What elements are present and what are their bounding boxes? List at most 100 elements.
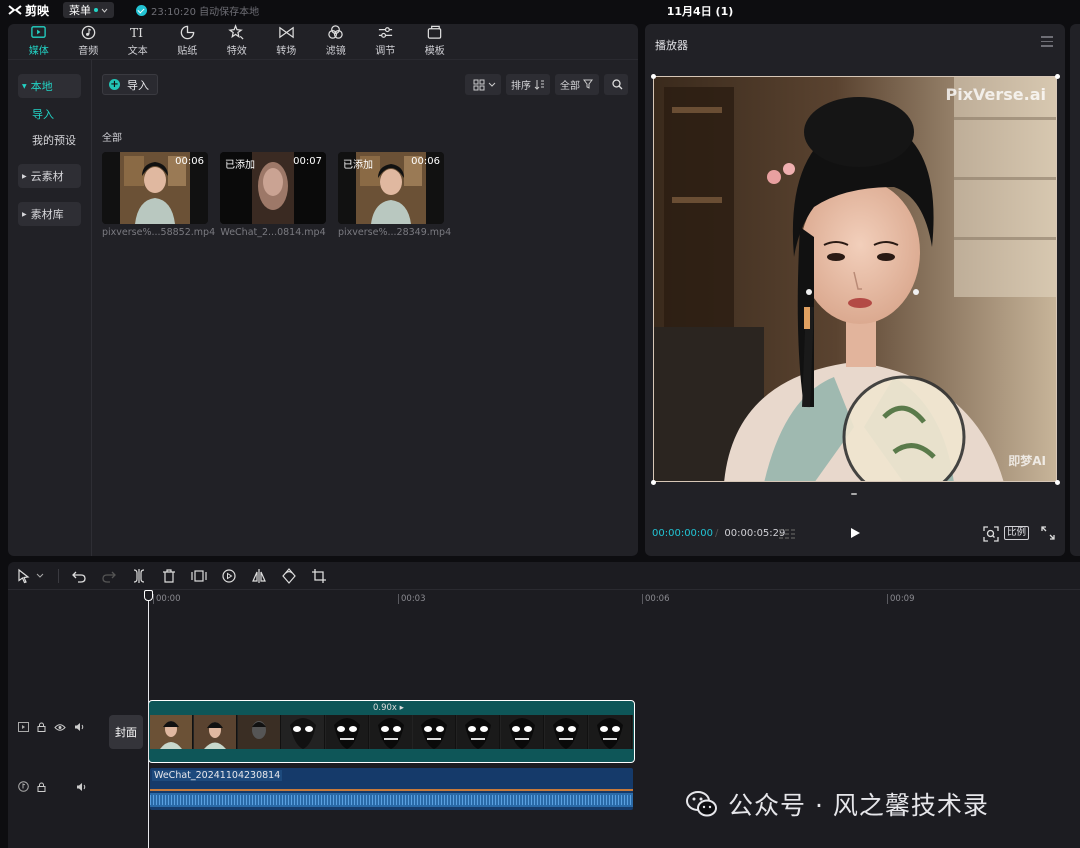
sidebar-item-my-presets[interactable]: 我的预设: [32, 132, 81, 150]
mirror-icon: [252, 568, 266, 583]
sidebar-item-library[interactable]: ▶ 素材库: [18, 202, 81, 226]
play-button[interactable]: [849, 527, 861, 542]
grid-icon: [473, 79, 485, 90]
redo-button[interactable]: [101, 568, 117, 584]
chevron-down-icon: [488, 82, 496, 87]
duration-label: 00:07: [293, 156, 322, 167]
media-thumbnail[interactable]: 00:06: [102, 152, 208, 224]
sort-icon: [534, 80, 544, 90]
audio-clip-name: WeChat_20241104230814: [152, 770, 283, 781]
filmstrip-frame: [369, 715, 414, 749]
speaker-icon[interactable]: [74, 722, 85, 732]
chevron-down-icon: [36, 573, 44, 578]
view-mode-button[interactable]: [465, 74, 501, 95]
zoom-fit-icon: [983, 526, 999, 542]
media-item[interactable]: 已添加 00:07 WeChat_2...0814.mp4: [220, 152, 326, 238]
fullscreen-button[interactable]: [1041, 526, 1055, 543]
properties-panel-edge: [1070, 24, 1080, 556]
filter-button[interactable]: 全部: [555, 74, 599, 95]
ruler-label: 00:06: [642, 594, 670, 604]
tab-label: 文本: [127, 46, 148, 57]
tab-text[interactable]: TI 文本: [113, 24, 163, 59]
search-button[interactable]: [604, 74, 628, 95]
list-view-icon[interactable]: [778, 528, 798, 543]
sidebar-item-label: 素材库: [30, 208, 64, 221]
duration-label: 00:06: [175, 156, 204, 167]
duration-label: 00:06: [411, 156, 440, 167]
sidebar-item-import[interactable]: 导入: [32, 106, 81, 124]
freeze-frame-icon: [191, 569, 207, 582]
crop-handle[interactable]: [651, 74, 656, 79]
trash-icon: [163, 568, 175, 583]
delete-button[interactable]: [161, 568, 177, 584]
crop-handle[interactable]: [1055, 74, 1060, 79]
tab-filter[interactable]: 滤镜: [311, 24, 361, 59]
media-icon: [31, 26, 47, 38]
aspect-ratio-button[interactable]: 比例: [1003, 526, 1029, 540]
audio-clip[interactable]: WeChat_20241104230814: [150, 768, 633, 810]
tab-media[interactable]: 媒体: [14, 24, 64, 59]
app-logo: 剪映: [8, 2, 49, 19]
tab-label: 音频: [78, 46, 99, 57]
media-item[interactable]: 00:06 pixverse%...58852.mp4: [102, 152, 215, 238]
tab-label: 模板: [424, 46, 445, 57]
player-title: 播放器: [655, 39, 688, 52]
sidebar-item-cloud[interactable]: ▶ 云素材: [18, 164, 81, 188]
sidebar-item-label: 本地: [30, 80, 53, 93]
video-clip[interactable]: 0.90x ▸: [148, 700, 635, 763]
effects-icon: [228, 24, 244, 40]
crop-icon: [312, 568, 326, 583]
clip-speed-label: 0.90x ▸: [373, 703, 404, 713]
menu-label: 菜单: [69, 4, 92, 17]
tab-transition[interactable]: 转场: [262, 24, 312, 59]
eye-icon[interactable]: [54, 723, 66, 732]
asset-toolbar: 媒体 音频 TI 文本 贴纸 特效 转场 滤镜 调节 模板: [8, 24, 638, 60]
filmstrip-frame: [589, 715, 633, 749]
media-thumbnail[interactable]: 已添加 00:06: [338, 152, 444, 224]
video-preview[interactable]: PixVerse.ai 即梦AI: [653, 76, 1057, 482]
crop-handle[interactable]: [651, 480, 656, 485]
audio-icon: [81, 25, 96, 40]
sort-button[interactable]: 排序: [506, 74, 550, 95]
crop-handle[interactable]: [1055, 480, 1060, 485]
tab-audio[interactable]: 音频: [64, 24, 114, 59]
undo-button[interactable]: [71, 568, 87, 584]
select-tool-button[interactable]: [16, 568, 44, 584]
menu-button[interactable]: 菜单: [63, 2, 115, 18]
media-item[interactable]: 已添加 00:06 pixverse%...28349.mp4: [338, 152, 451, 238]
video-track-controls: [18, 722, 93, 732]
toolbar-divider: [58, 568, 59, 583]
filter-label: 全部: [560, 81, 580, 92]
timeline-ruler[interactable]: 00:00 00:03 00:06 00:09: [104, 592, 1080, 606]
scrub-indicator[interactable]: [851, 493, 857, 495]
capcut-logo-icon: [8, 5, 22, 15]
track-type-audio-icon: [18, 781, 29, 792]
tab-adjust[interactable]: 调节: [361, 24, 411, 59]
tab-sticker[interactable]: 贴纸: [163, 24, 213, 59]
tab-template[interactable]: 模板: [410, 24, 460, 59]
sidebar-item-local[interactable]: ▼ 本地: [18, 74, 81, 98]
zoom-fit-button[interactable]: [983, 526, 999, 545]
reverse-button[interactable]: [221, 568, 237, 584]
player-panel: 播放器 PixVerse.ai 即梦AI 00:00:00:00 / 00:00…: [645, 24, 1065, 556]
lock-icon[interactable]: [37, 782, 46, 792]
tab-effects[interactable]: 特效: [212, 24, 262, 59]
split-button[interactable]: [131, 568, 147, 584]
import-button[interactable]: + 导入: [102, 74, 158, 95]
media-controls: 排序 全部: [460, 74, 628, 95]
hamburger-menu-icon[interactable]: [1041, 36, 1053, 50]
playhead-handle[interactable]: [144, 590, 153, 601]
adjust-icon: [378, 27, 392, 38]
track-type-video-icon: [18, 722, 29, 732]
rotate-button[interactable]: [281, 567, 297, 584]
portrait-preview-image: [654, 77, 1056, 481]
media-thumbnail[interactable]: 已添加 00:07: [220, 152, 326, 224]
freeze-frame-button[interactable]: [191, 568, 207, 584]
lock-icon[interactable]: [37, 722, 46, 732]
crop-button[interactable]: [311, 568, 327, 584]
playhead-line[interactable]: [148, 592, 149, 848]
mirror-button[interactable]: [251, 568, 267, 584]
filmstrip-frame: [325, 715, 370, 749]
speaker-icon[interactable]: [76, 782, 87, 792]
cover-button[interactable]: 封面: [109, 715, 143, 749]
